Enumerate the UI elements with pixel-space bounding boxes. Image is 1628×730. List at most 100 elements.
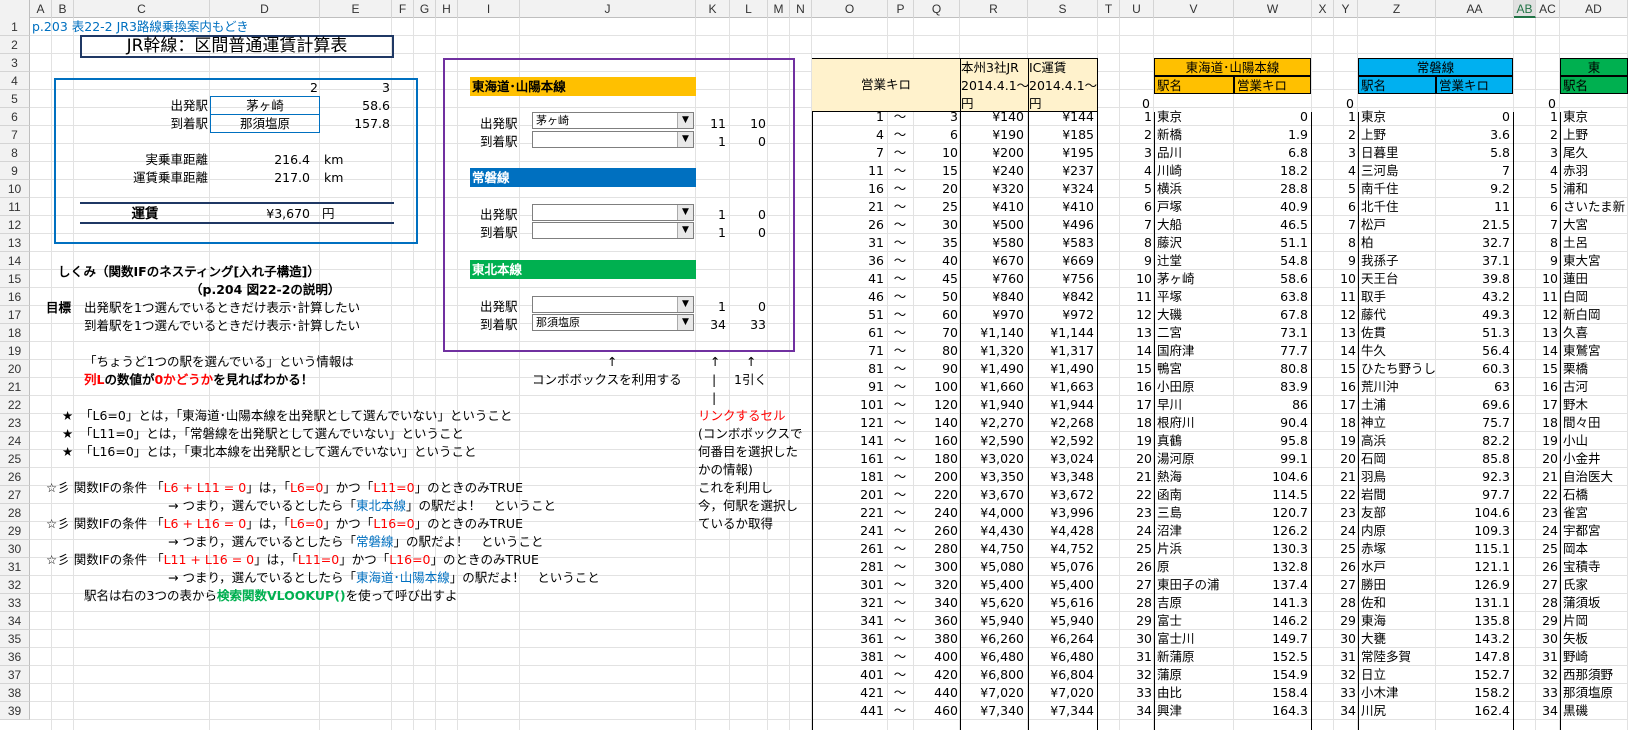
row-header[interactable]: 30 [0,540,30,558]
row-header[interactable]: 13 [0,234,30,252]
row-header[interactable]: 18 [0,324,30,342]
row-header[interactable]: 29 [0,522,30,540]
row-header[interactable]: 37 [0,666,30,684]
row-header[interactable]: 20 [0,360,30,378]
l2-arr-combobox[interactable]: ▼ [532,222,694,239]
row-header[interactable]: 23 [0,414,30,432]
row-header[interactable]: 3 [0,54,30,72]
column-header[interactable]: C [74,0,210,18]
chevron-down-icon[interactable]: ▼ [677,113,693,128]
column-header[interactable]: X [1312,0,1334,18]
column-header[interactable]: E [320,0,392,18]
column-header[interactable]: T [1098,0,1120,18]
row-header[interactable]: 19 [0,342,30,360]
fare-jr: ¥3,670 [980,487,1024,502]
row-header[interactable]: 10 [0,180,30,198]
line3-header: 東北本線 [470,260,696,279]
chevron-down-icon[interactable]: ▼ [677,205,693,220]
column-header[interactable]: I [458,0,520,18]
column-header[interactable]: J [520,0,696,18]
column-header[interactable]: F [392,0,414,18]
column-header[interactable]: D [210,0,320,18]
tohoku-index: 21 [1542,469,1558,484]
chevron-down-icon[interactable]: ▼ [677,223,693,238]
arr-station-cell[interactable]: 那須塩原 [210,114,320,133]
row-header[interactable]: 2 [0,36,30,54]
chevron-down-icon[interactable]: ▼ [677,315,693,330]
select-all-corner[interactable] [0,0,30,18]
chevron-down-icon[interactable]: ▼ [677,297,693,312]
joban-station: 我孫子 [1361,253,1399,268]
row-header[interactable]: 31 [0,558,30,576]
row-header[interactable]: 9 [0,162,30,180]
column-header[interactable]: N [790,0,812,18]
column-header[interactable]: AB [1514,0,1536,18]
tokaido-station: 熱海 [1157,469,1183,484]
joban-km: 49.3 [1482,307,1510,322]
column-header[interactable]: A [30,0,52,18]
row-header[interactable]: 36 [0,648,30,666]
tohoku-station: 矢板 [1563,631,1589,646]
row-header[interactable]: 17 [0,306,30,324]
column-header[interactable]: V [1154,0,1234,18]
column-header[interactable]: Y [1334,0,1358,18]
row-header[interactable]: 33 [0,594,30,612]
row-header[interactable]: 4 [0,72,30,90]
arrow-up-icon: ↑ [746,354,757,369]
row-header[interactable]: 5 [0,90,30,108]
column-header[interactable]: AC [1536,0,1560,18]
column-header[interactable]: L [730,0,768,18]
row-header[interactable]: 38 [0,684,30,702]
column-header[interactable]: B [52,0,74,18]
column-header[interactable]: U [1120,0,1154,18]
row-header[interactable]: 22 [0,396,30,414]
column-header[interactable]: P [888,0,914,18]
row-header[interactable]: 7 [0,126,30,144]
row-header[interactable]: 27 [0,486,30,504]
column-header[interactable]: G [414,0,436,18]
column-header[interactable]: AA [1436,0,1514,18]
column-header[interactable]: S [1028,0,1098,18]
l3-dep-combobox[interactable]: ▼ [532,296,694,313]
row-header[interactable]: 15 [0,270,30,288]
tokaido-station: 茅ヶ崎 [1157,271,1195,286]
fare-km-to: 220 [934,487,958,502]
column-header[interactable]: K [696,0,730,18]
row-header[interactable]: 32 [0,576,30,594]
column-header[interactable]: R [960,0,1028,18]
l1-arr-combobox[interactable]: ▼ [532,131,694,148]
row-header[interactable]: 6 [0,108,30,126]
row-header[interactable]: 25 [0,450,30,468]
joban-index: 29 [1340,613,1356,628]
fare-tilde: ～ [893,631,907,646]
tokaido-index: 29 [1136,613,1152,628]
row-header[interactable]: 16 [0,288,30,306]
column-header[interactable]: M [768,0,790,18]
row-header[interactable]: 26 [0,468,30,486]
tokaido-km: 132.8 [1272,559,1308,574]
column-header[interactable]: Q [914,0,960,18]
row-header[interactable]: 39 [0,702,30,720]
tokaido-station: 東田子の浦 [1157,577,1220,592]
l3-arr-combobox[interactable]: 那須塩原 ▼ [532,314,694,331]
row-header[interactable]: 21 [0,378,30,396]
column-header[interactable]: O [812,0,888,18]
row-header[interactable]: 14 [0,252,30,270]
column-header[interactable]: AD [1560,0,1628,18]
row-header[interactable]: 28 [0,504,30,522]
column-header[interactable]: H [436,0,458,18]
row-header[interactable]: 34 [0,612,30,630]
row-header[interactable]: 11 [0,198,30,216]
column-header[interactable]: W [1234,0,1312,18]
row-header[interactable]: 1 [0,18,30,36]
column-header[interactable]: Z [1358,0,1436,18]
row-header[interactable]: 35 [0,630,30,648]
row-header[interactable]: 12 [0,216,30,234]
row-header[interactable]: 24 [0,432,30,450]
l2-dep-combobox[interactable]: ▼ [532,204,694,221]
fare-ic: ¥237 [1062,163,1094,178]
row-header[interactable]: 8 [0,144,30,162]
chevron-down-icon[interactable]: ▼ [677,132,693,147]
l1-dep-combobox[interactable]: 茅ヶ崎 ▼ [532,112,694,129]
dep-station-cell[interactable]: 茅ヶ崎 [210,96,320,115]
